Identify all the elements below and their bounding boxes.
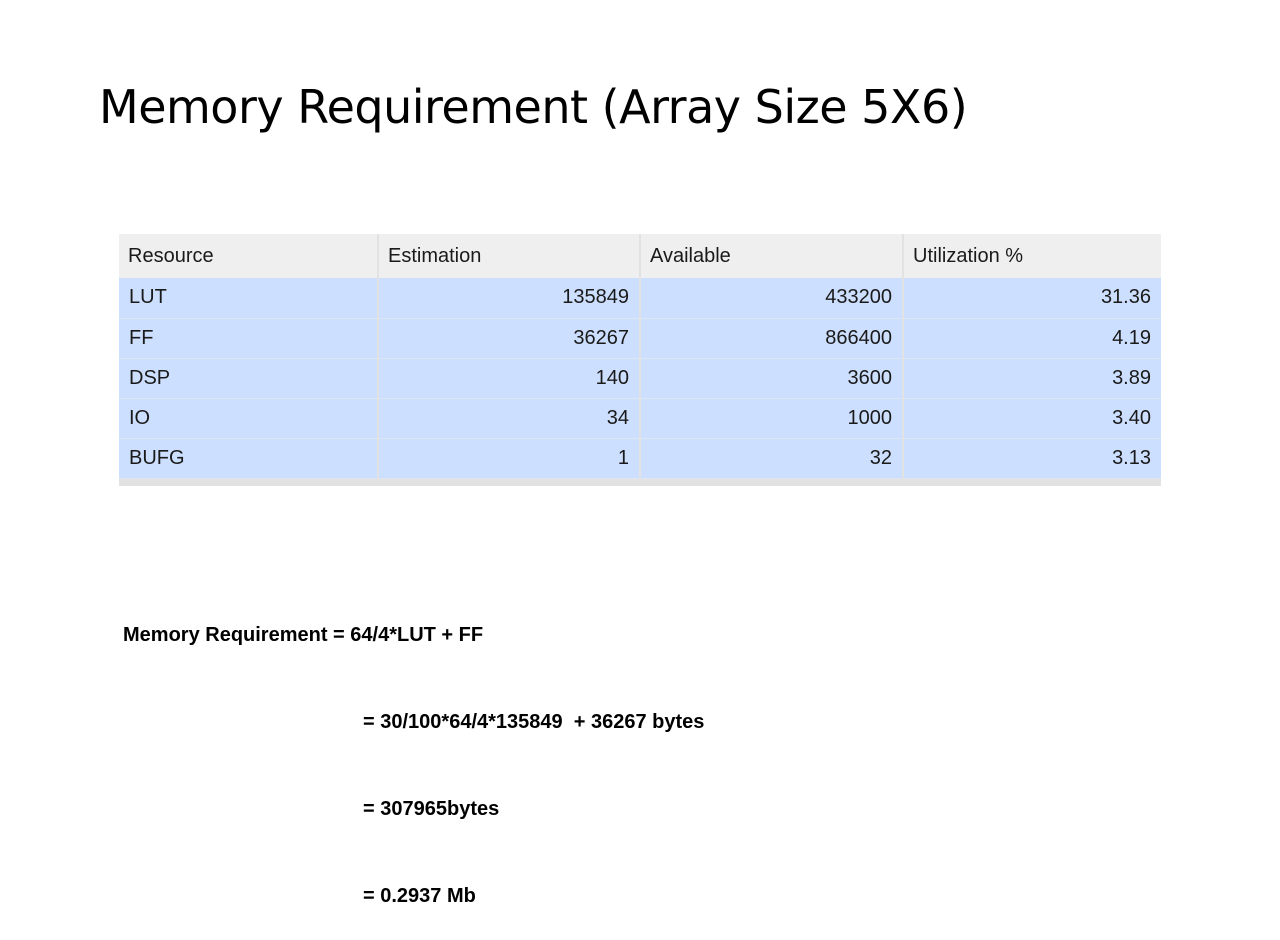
column-header-estimation: Estimation	[378, 234, 641, 278]
cell-resource: LUT	[119, 278, 379, 319]
cell-resource: BUFG	[119, 438, 379, 479]
formula-line-bytes-result: = 307965bytes	[363, 798, 500, 820]
cell-estimation: 34	[378, 398, 641, 439]
cell-utilization: 31.36	[903, 278, 1161, 319]
table-row: BUFG 1 32 3.13	[119, 438, 1161, 479]
cell-available: 1000	[640, 398, 904, 439]
cell-utilization: 4.19	[903, 318, 1161, 359]
table-row: LUT 135849 433200 31.36	[119, 278, 1161, 319]
cell-resource: IO	[119, 398, 379, 439]
cell-available: 32	[640, 438, 904, 479]
cell-utilization: 3.89	[903, 358, 1161, 399]
cell-available: 433200	[640, 278, 904, 319]
cell-available: 3600	[640, 358, 904, 399]
formula-line-definition: Memory Requirement = 64/4*LUT + FF	[123, 624, 484, 646]
table-row: IO 34 1000 3.40	[119, 398, 1161, 439]
cell-estimation: 135849	[378, 278, 641, 319]
column-header-resource: Resource	[119, 234, 379, 278]
cell-utilization: 3.13	[903, 438, 1161, 479]
formula-line-substitution: = 30/100*64/4*135849 + 36267 bytes	[363, 711, 705, 733]
table-row: DSP 140 3600 3.89	[119, 358, 1161, 399]
resource-table-container: Resource Estimation Available Utilizatio…	[119, 234, 1161, 486]
cell-resource: DSP	[119, 358, 379, 399]
cell-resource: FF	[119, 318, 379, 359]
column-header-utilization: Utilization %	[903, 234, 1161, 278]
cell-estimation: 140	[378, 358, 641, 399]
cell-utilization: 3.40	[903, 398, 1161, 439]
table-header-row: Resource Estimation Available Utilizatio…	[119, 234, 1161, 278]
cell-estimation: 1	[378, 438, 641, 479]
column-header-available: Available	[640, 234, 904, 278]
table-row: FF 36267 866400 4.19	[119, 318, 1161, 359]
cell-estimation: 36267	[378, 318, 641, 359]
cell-available: 866400	[640, 318, 904, 359]
formula-line-mb-result: = 0.2937 Mb	[363, 885, 476, 907]
slide-title: Memory Requirement (Array Size 5X6)	[99, 80, 968, 134]
resource-utilization-table: Resource Estimation Available Utilizatio…	[119, 234, 1161, 479]
memory-requirement-formula: Memory Requirement = 64/4*LUT + FF = 30/…	[123, 563, 704, 940]
